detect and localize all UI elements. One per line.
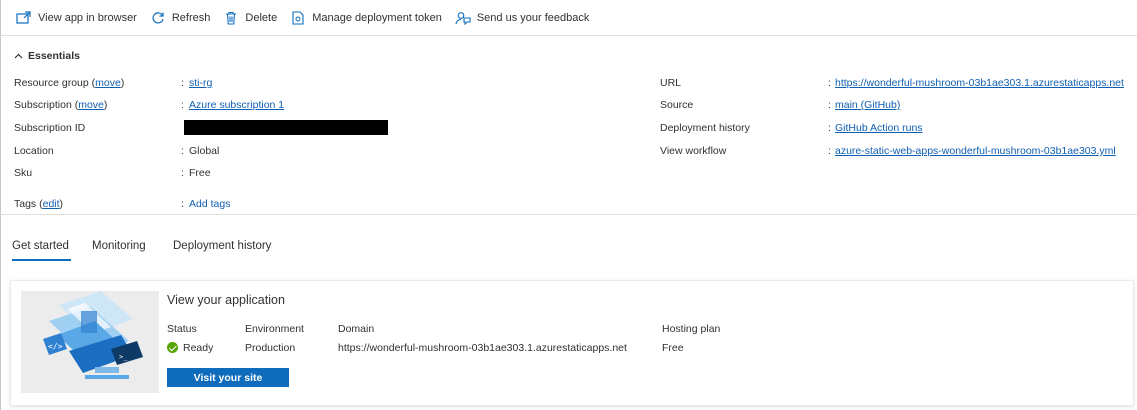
resource-group-label: Resource group (move) (14, 77, 125, 89)
resource-group-move-link[interactable]: move (95, 77, 121, 89)
colon: : (181, 167, 184, 179)
status-ok-icon (167, 342, 178, 353)
url-label: URL (660, 77, 682, 89)
sku-label: Sku (14, 167, 33, 179)
subscription-move-link[interactable]: move (78, 99, 104, 111)
url-value-link[interactable]: https://wonderful-mushroom-03b1ae303.1.a… (835, 77, 1124, 89)
essentials-toggle[interactable]: Essentials (14, 50, 80, 62)
manage-token-label: Manage deployment token (312, 11, 442, 24)
location-label: Location (14, 145, 54, 157)
delete-icon (223, 10, 239, 26)
view-workflow-label: View workflow (660, 145, 727, 157)
domain-link[interactable]: https://wonderful-mushroom-03b1ae303.1.a… (338, 342, 627, 354)
environment-value: Production (245, 342, 296, 354)
svg-text:>_: >_ (119, 353, 128, 361)
active-tab-indicator (12, 259, 71, 261)
card-title: View your application (167, 293, 285, 307)
deployment-history-label: Deployment history (660, 122, 750, 134)
tab-deployment-history[interactable]: Deployment history (173, 240, 271, 252)
delete-label: Delete (245, 11, 278, 24)
subscription-id-redacted (184, 120, 388, 135)
chevron-up-icon (14, 51, 23, 61)
feedback-label: Send us your feedback (476, 11, 590, 24)
essentials-divider (0, 214, 1137, 215)
subscription-label: Subscription (move) (14, 99, 108, 111)
hosting-plan-value: Free (662, 342, 684, 354)
add-tags-link[interactable]: Add tags (189, 198, 230, 210)
tags-label: Tags (edit) (14, 198, 64, 210)
delete-button[interactable]: Delete (223, 6, 277, 30)
refresh-label: Refresh (171, 11, 211, 24)
location-value: Global (189, 145, 220, 157)
subscription-label-text: Subscription (14, 99, 72, 111)
refresh-button[interactable]: Refresh (150, 6, 211, 30)
colon: : (181, 77, 184, 89)
colon: : (181, 145, 184, 157)
svg-text:</>: </> (48, 342, 63, 351)
colon: : (828, 145, 831, 157)
hosting-plan-header: Hosting plan (662, 323, 721, 335)
view-app-label: View app in browser (38, 11, 137, 24)
sku-value: Free (189, 167, 211, 179)
status-text: Ready (183, 342, 214, 354)
colon: : (181, 198, 184, 210)
token-icon (290, 10, 306, 26)
status-value: Ready (167, 342, 213, 354)
subscription-value-link[interactable]: Azure subscription 1 (189, 99, 284, 111)
deployment-history-link[interactable]: GitHub Action runs (835, 122, 923, 134)
manage-deployment-token-button[interactable]: Manage deployment token (290, 6, 442, 30)
tab-monitoring[interactable]: Monitoring (92, 240, 146, 252)
tags-edit-link[interactable]: edit (43, 198, 60, 210)
tab-get-started[interactable]: Get started (12, 240, 69, 252)
subscription-id-label: Subscription ID (14, 122, 86, 134)
refresh-icon (150, 10, 166, 26)
send-feedback-button[interactable]: Send us your feedback (455, 6, 590, 30)
colon: : (181, 99, 184, 111)
resource-group-label-text: Resource group (14, 77, 89, 89)
source-value-link[interactable]: main (GitHub) (835, 99, 900, 111)
app-illustration: </> >_ (21, 291, 159, 393)
resource-group-value-link[interactable]: sti-rg (189, 77, 212, 89)
colon: : (828, 122, 831, 134)
visit-your-site-button[interactable]: Visit your site (167, 368, 289, 387)
essentials-title: Essentials (28, 50, 80, 62)
blade-border (0, 0, 1, 410)
command-bar: View app in browser Refresh Delete Manag… (0, 0, 1137, 36)
colon: : (828, 99, 831, 111)
colon: : (828, 77, 831, 89)
domain-header: Domain (338, 323, 375, 335)
source-label: Source (660, 99, 694, 111)
environment-header: Environment (245, 323, 304, 335)
tags-label-text: Tags (14, 198, 37, 210)
feedback-icon (455, 10, 471, 26)
view-application-card: </> >_ View your application Status Envi… (10, 280, 1134, 406)
view-workflow-link[interactable]: azure-static-web-apps-wonderful-mushroom… (835, 145, 1116, 157)
open-in-browser-icon (16, 10, 32, 26)
view-app-in-browser-button[interactable]: View app in browser (16, 6, 137, 30)
status-header: Status (167, 323, 197, 335)
